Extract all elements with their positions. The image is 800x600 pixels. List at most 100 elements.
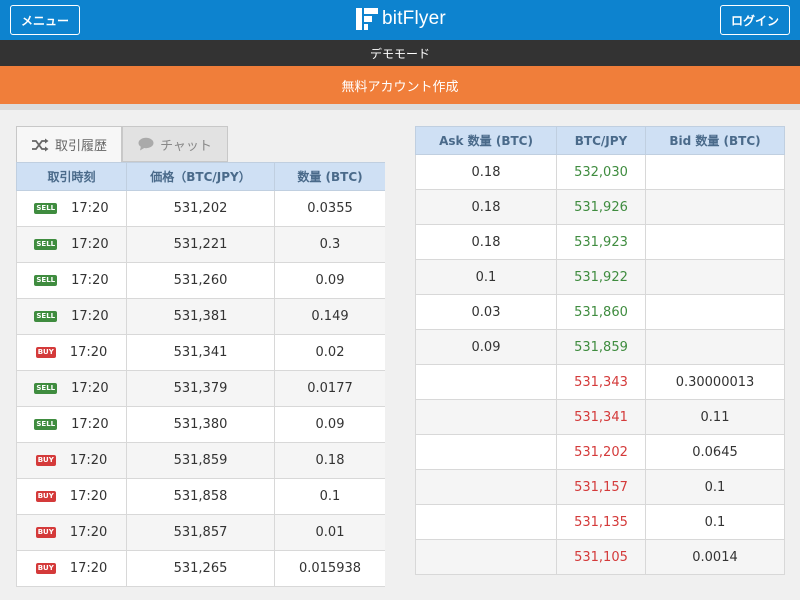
bid-amount bbox=[645, 154, 785, 190]
trade-amount: 0.015938 bbox=[274, 550, 385, 587]
trade-time: 17:20 bbox=[69, 525, 108, 540]
tab-chat[interactable]: チャット bbox=[122, 126, 228, 162]
trade-history-body: SELL 17:20 531,202 0.0355 SELL 17:20 531,221 0.… bbox=[16, 190, 385, 587]
column-header-amount[interactable]: 数量 (BTC) bbox=[274, 162, 385, 191]
trade-amount: 0.149 bbox=[274, 298, 385, 335]
table-row: SELL 17:20 531,380 0.09 bbox=[16, 406, 385, 443]
trade-time-cell: SELL 17:20 bbox=[16, 190, 127, 227]
trade-time: 17:20 bbox=[71, 273, 109, 288]
trade-history-table: 取引時刻 価格（BTC/JPY） 数量 (BTC) SELL 17:20 531,2… bbox=[16, 162, 385, 587]
table-row: BUY 17:20 531,858 0.1 bbox=[16, 478, 385, 515]
table-row: SELL 17:20 531,221 0.3 bbox=[16, 226, 385, 263]
table-row: BUY 17:20 531,859 0.18 bbox=[16, 442, 385, 479]
ask-amount bbox=[415, 399, 557, 435]
trade-amount: 0.02 bbox=[274, 334, 385, 371]
trade-time: 17:20 bbox=[69, 489, 108, 504]
trade-price: 531,380 bbox=[126, 406, 275, 443]
trade-history-panel: 取引履歴 チャット 取引時刻 価格（BTC/JPY） 数量 (BTC) SELL… bbox=[16, 126, 385, 600]
trade-amount: 0.0355 bbox=[274, 190, 385, 227]
trade-time: 17:20 bbox=[69, 453, 108, 468]
trade-price: 531,858 bbox=[126, 478, 275, 515]
demo-mode-bar: デモモード bbox=[0, 40, 800, 66]
trade-time-cell: BUY 17:20 bbox=[16, 550, 127, 587]
order-book-row[interactable]: 531,343 0.30000013 bbox=[415, 364, 785, 400]
sell-badge: SELL bbox=[34, 419, 58, 430]
tab-trade-history-label: 取引履歴 bbox=[54, 139, 107, 154]
ask-amount: 0.18 bbox=[415, 189, 557, 225]
buy-badge: BUY bbox=[35, 347, 56, 358]
trade-price: 531,202 bbox=[126, 190, 275, 227]
ask-amount bbox=[415, 364, 557, 400]
order-book-body: 0.18 532,030 0.18 531,926 0.18 531,923 0.1 531,… bbox=[415, 154, 785, 575]
login-button[interactable]: ログイン bbox=[720, 5, 790, 35]
order-book-row[interactable]: 0.03 531,860 bbox=[415, 294, 785, 330]
trade-price: 531,265 bbox=[126, 550, 275, 587]
trade-time: 17:20 bbox=[71, 201, 109, 216]
ask-price: 531,922 bbox=[556, 259, 646, 295]
order-book-row[interactable]: 0.18 531,923 bbox=[415, 224, 785, 260]
order-book-row[interactable]: 0.09 531,859 bbox=[415, 329, 785, 365]
column-header-price[interactable]: 価格（BTC/JPY） bbox=[126, 162, 275, 191]
sell-badge: SELL bbox=[34, 239, 58, 250]
table-row: SELL 17:20 531,381 0.149 bbox=[16, 298, 385, 335]
column-header-ask-amount: Ask 数量 (BTC) bbox=[415, 126, 557, 155]
bid-amount: 0.0014 bbox=[645, 539, 785, 575]
table-row: BUY 17:20 531,341 0.02 bbox=[16, 334, 385, 371]
trade-time-cell: SELL 17:20 bbox=[16, 370, 127, 407]
create-account-banner[interactable]: 無料アカウント作成 bbox=[0, 66, 800, 104]
sell-badge: SELL bbox=[34, 275, 58, 286]
bitflyer-logo[interactable]: bitFlyer bbox=[356, 8, 446, 30]
trade-amount: 0.0177 bbox=[274, 370, 385, 407]
bid-amount: 0.1 bbox=[645, 469, 785, 505]
bid-amount bbox=[645, 329, 785, 365]
table-row: SELL 17:20 531,260 0.09 bbox=[16, 262, 385, 299]
order-book-row[interactable]: 0.1 531,922 bbox=[415, 259, 785, 295]
trade-price: 531,221 bbox=[126, 226, 275, 263]
trade-amount: 0.3 bbox=[274, 226, 385, 263]
order-book-row[interactable]: 0.18 531,926 bbox=[415, 189, 785, 225]
menu-button[interactable]: メニュー bbox=[10, 5, 80, 35]
column-header-time[interactable]: 取引時刻 bbox=[16, 162, 127, 191]
bid-price: 531,202 bbox=[556, 434, 646, 470]
buy-badge: BUY bbox=[35, 455, 56, 466]
trade-amount: 0.1 bbox=[274, 478, 385, 515]
bid-amount bbox=[645, 224, 785, 260]
table-row: BUY 17:20 531,265 0.015938 bbox=[16, 550, 385, 587]
trade-history-header-row: 取引時刻 価格（BTC/JPY） 数量 (BTC) bbox=[16, 162, 385, 191]
ask-price: 531,859 bbox=[556, 329, 646, 365]
speech-bubble-icon bbox=[138, 137, 154, 151]
ask-price: 531,860 bbox=[556, 294, 646, 330]
buy-badge: BUY bbox=[35, 527, 56, 538]
bid-amount bbox=[645, 294, 785, 330]
tab-trade-history[interactable]: 取引履歴 bbox=[16, 126, 122, 162]
order-book-row[interactable]: 531,157 0.1 bbox=[415, 469, 785, 505]
order-book-row[interactable]: 531,202 0.0645 bbox=[415, 434, 785, 470]
ask-price: 532,030 bbox=[556, 154, 646, 190]
bid-amount: 0.30000013 bbox=[645, 364, 785, 400]
logo-text: bitFlyer bbox=[382, 8, 446, 29]
bid-price: 531,341 bbox=[556, 399, 646, 435]
panel-tabs: 取引履歴 チャット bbox=[16, 126, 385, 162]
sell-badge: SELL bbox=[34, 203, 58, 214]
trade-time-cell: SELL 17:20 bbox=[16, 262, 127, 299]
trade-price: 531,859 bbox=[126, 442, 275, 479]
trade-amount: 0.09 bbox=[274, 262, 385, 299]
order-book-row[interactable]: 531,341 0.11 bbox=[415, 399, 785, 435]
trade-price: 531,379 bbox=[126, 370, 275, 407]
trade-amount: 0.18 bbox=[274, 442, 385, 479]
order-book-row[interactable]: 531,105 0.0014 bbox=[415, 539, 785, 575]
banner-shadow bbox=[0, 104, 800, 110]
bid-price: 531,105 bbox=[556, 539, 646, 575]
order-book-row[interactable]: 0.18 532,030 bbox=[415, 154, 785, 190]
ask-amount bbox=[415, 504, 557, 540]
table-row: SELL 17:20 531,379 0.0177 bbox=[16, 370, 385, 407]
trade-time-cell: BUY 17:20 bbox=[16, 478, 127, 515]
trade-time-cell: BUY 17:20 bbox=[16, 334, 127, 371]
sell-badge: SELL bbox=[34, 311, 58, 322]
order-book-row[interactable]: 531,135 0.1 bbox=[415, 504, 785, 540]
bid-amount bbox=[645, 259, 785, 295]
trade-amount: 0.01 bbox=[274, 514, 385, 551]
trade-time: 17:20 bbox=[71, 381, 109, 396]
bitflyer-logo-icon bbox=[356, 8, 378, 30]
trade-time-cell: BUY 17:20 bbox=[16, 442, 127, 479]
